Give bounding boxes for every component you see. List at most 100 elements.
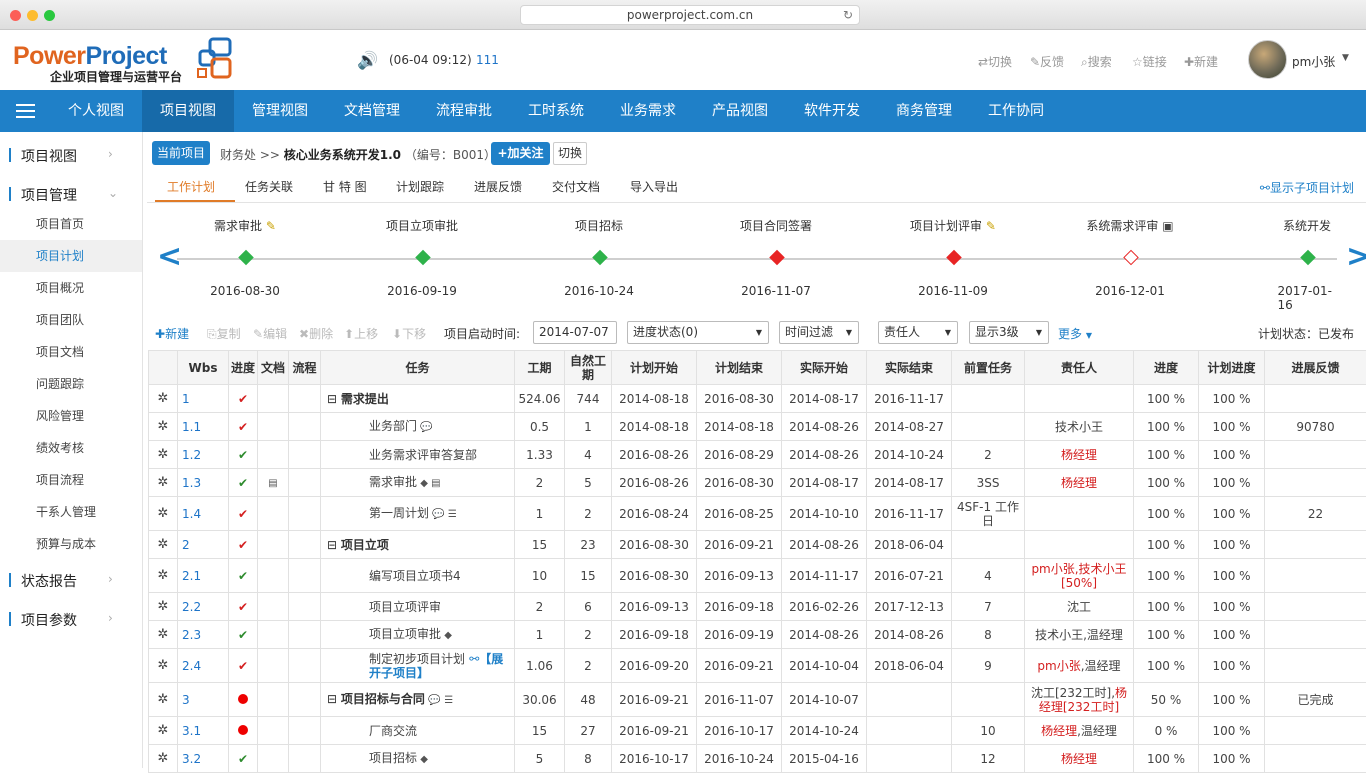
menu-icon[interactable] — [16, 104, 35, 118]
tab-deliverables[interactable]: 交付文档 — [552, 178, 600, 195]
feedback-link[interactable]: ✎反馈 — [1030, 53, 1064, 70]
wbs-cell[interactable]: 1 — [178, 385, 229, 413]
link-link[interactable]: ☆链接 — [1132, 53, 1167, 70]
milestone-marker[interactable] — [769, 250, 785, 266]
tab-import-export[interactable]: 导入导出 — [630, 178, 678, 195]
maximize-window-button[interactable] — [44, 10, 55, 21]
avatar[interactable] — [1248, 40, 1287, 79]
gear-icon[interactable]: ✲ — [158, 599, 169, 614]
caret-down-icon[interactable]: ▼ — [1342, 53, 1349, 63]
table-row[interactable]: ✲1.4✔第一周计划 💬 ☰122016-08-242016-08-252014… — [149, 497, 1366, 531]
gear-icon[interactable]: ✲ — [158, 627, 169, 642]
wbs-cell[interactable]: 1.1 — [178, 413, 229, 441]
sidebar-group-status-report[interactable]: 状态报告 › — [0, 567, 143, 595]
show-subproject-plan-link[interactable]: ⚯显示子项目计划 — [1260, 179, 1354, 196]
gear-icon[interactable]: ✲ — [158, 723, 169, 738]
reload-icon[interactable]: ↻ — [843, 6, 853, 25]
table-row[interactable]: ✲2.2✔项目立项评审262016-09-132016-09-182016-02… — [149, 593, 1366, 621]
col-header-task[interactable]: 任务 — [321, 351, 515, 385]
sidebar-item-project-team[interactable]: 项目团队 — [0, 304, 142, 336]
follow-button[interactable]: +加关注 — [491, 142, 550, 165]
collapse-icon[interactable]: ⊟ — [327, 392, 341, 406]
sidebar-item-risk[interactable]: 风险管理 — [0, 400, 142, 432]
table-row[interactable]: ✲3.1厂商交流15272016-09-212016-10-172014-10-… — [149, 717, 1366, 745]
nav-item-workflow[interactable]: 流程审批 — [418, 90, 510, 132]
gear-icon[interactable]: ✲ — [158, 692, 169, 707]
row-settings-cell[interactable]: ✲ — [149, 531, 178, 559]
table-row[interactable]: ✲2.1✔编写项目立项书410152016-08-302016-09-13201… — [149, 559, 1366, 593]
wbs-cell[interactable]: 1.4 — [178, 497, 229, 531]
sidebar-item-project-docs[interactable]: 项目文档 — [0, 336, 142, 368]
switch-link[interactable]: ⇄切换 — [978, 53, 1012, 70]
gear-icon[interactable]: ✲ — [158, 475, 169, 490]
col-header-actual-start[interactable]: 实际开始 — [782, 351, 867, 385]
wbs-cell[interactable]: 1.3 — [178, 469, 229, 497]
owner-filter-select[interactable]: 责任人▼ — [878, 321, 958, 344]
col-header-progress-flag[interactable]: 进度 — [229, 351, 258, 385]
doc-cell[interactable]: ▤ — [258, 469, 289, 497]
row-settings-cell[interactable]: ✲ — [149, 559, 178, 593]
wbs-cell[interactable]: 2.4 — [178, 649, 229, 683]
sidebar-item-performance[interactable]: 绩效考核 — [0, 432, 142, 464]
wbs-cell[interactable]: 2.3 — [178, 621, 229, 649]
milestone-marker[interactable] — [1300, 250, 1316, 266]
col-header-progress[interactable]: 进度 — [1134, 351, 1199, 385]
row-settings-cell[interactable]: ✲ — [149, 649, 178, 683]
col-header-plan-end[interactable]: 计划结束 — [697, 351, 782, 385]
table-row[interactable]: ✲1.1✔业务部门 💬0.512014-08-182014-08-182014-… — [149, 413, 1366, 441]
edit-button[interactable]: ✎编辑 — [253, 325, 287, 342]
nav-item-personal[interactable]: 个人视图 — [52, 90, 140, 132]
row-settings-cell[interactable]: ✲ — [149, 469, 178, 497]
tab-gantt[interactable]: 甘 特 图 — [323, 178, 367, 195]
move-up-button[interactable]: ⬆上移 — [344, 325, 378, 342]
tab-task-links[interactable]: 任务关联 — [245, 178, 293, 195]
col-header-plan-start[interactable]: 计划开始 — [612, 351, 697, 385]
wbs-cell[interactable]: 2.1 — [178, 559, 229, 593]
gear-icon[interactable]: ✲ — [158, 658, 169, 673]
close-window-button[interactable] — [10, 10, 21, 21]
col-header-flow[interactable]: 流程 — [289, 351, 321, 385]
more-button[interactable]: 更多 ▼ — [1058, 325, 1092, 342]
delete-button[interactable]: ✖删除 — [299, 325, 333, 342]
sidebar-item-project-plan[interactable]: 项目计划 — [0, 240, 142, 272]
new-task-button[interactable]: ✚新建 — [155, 325, 189, 342]
nav-item-product[interactable]: 产品视图 — [694, 90, 786, 132]
wbs-cell[interactable]: 3.2 — [178, 745, 229, 773]
task-cell[interactable]: 需求审批 ◆ ▤ — [321, 469, 515, 497]
gear-icon[interactable]: ✲ — [158, 751, 169, 766]
nav-item-software[interactable]: 软件开发 — [786, 90, 878, 132]
row-settings-cell[interactable]: ✲ — [149, 683, 178, 717]
breadcrumb-dept[interactable]: 财务处 >> — [220, 148, 280, 162]
sidebar-item-stakeholders[interactable]: 干系人管理 — [0, 496, 142, 528]
speaker-icon[interactable]: 🔊 — [357, 51, 378, 71]
wbs-cell[interactable]: 3 — [178, 683, 229, 717]
task-cell[interactable]: 编写项目立项书4 — [321, 559, 515, 593]
wbs-cell[interactable]: 1.2 — [178, 441, 229, 469]
col-header-duration[interactable]: 工期 — [515, 351, 565, 385]
timeline-prev-arrow-icon[interactable]: < — [157, 242, 182, 272]
task-cell[interactable]: 业务需求评审答复部 — [321, 441, 515, 469]
milestone-marker[interactable] — [1123, 250, 1139, 266]
col-header-feedback[interactable]: 进展反馈 — [1265, 351, 1366, 385]
switch-project-button[interactable]: 切换 — [553, 142, 587, 165]
wbs-cell[interactable]: 2.2 — [178, 593, 229, 621]
table-row[interactable]: ✲3.2✔项目招标 ◆582016-10-172016-10-242015-04… — [149, 745, 1366, 773]
task-cell[interactable]: 项目立项审批 ◆ — [321, 621, 515, 649]
nav-item-project[interactable]: 项目视图 — [142, 90, 234, 132]
gear-icon[interactable]: ✲ — [158, 419, 169, 434]
time-filter-select[interactable]: 时间过滤▼ — [779, 321, 859, 344]
milestone-marker[interactable] — [238, 250, 254, 266]
row-settings-cell[interactable]: ✲ — [149, 441, 178, 469]
sidebar-item-issue-tracking[interactable]: 问题跟踪 — [0, 368, 142, 400]
nav-item-commerce[interactable]: 商务管理 — [878, 90, 970, 132]
table-row[interactable]: ✲2✔⊟ 项目立项15232016-08-302016-09-212014-08… — [149, 531, 1366, 559]
level-filter-select[interactable]: 显示3级▼ — [969, 321, 1049, 344]
col-header-doc[interactable]: 文档 — [258, 351, 289, 385]
row-settings-cell[interactable]: ✲ — [149, 745, 178, 773]
table-row[interactable]: ✲3⊟ 项目招标与合同 💬 ☰30.06482016-09-212016-11-… — [149, 683, 1366, 717]
col-header-actual-end[interactable]: 实际结束 — [867, 351, 952, 385]
task-cell[interactable]: 业务部门 💬 — [321, 413, 515, 441]
sidebar-group-project-mgmt[interactable]: 项目管理 ⌄ — [0, 181, 143, 209]
row-settings-cell[interactable]: ✲ — [149, 717, 178, 745]
sidebar-item-project-overview[interactable]: 项目概况 — [0, 272, 142, 304]
